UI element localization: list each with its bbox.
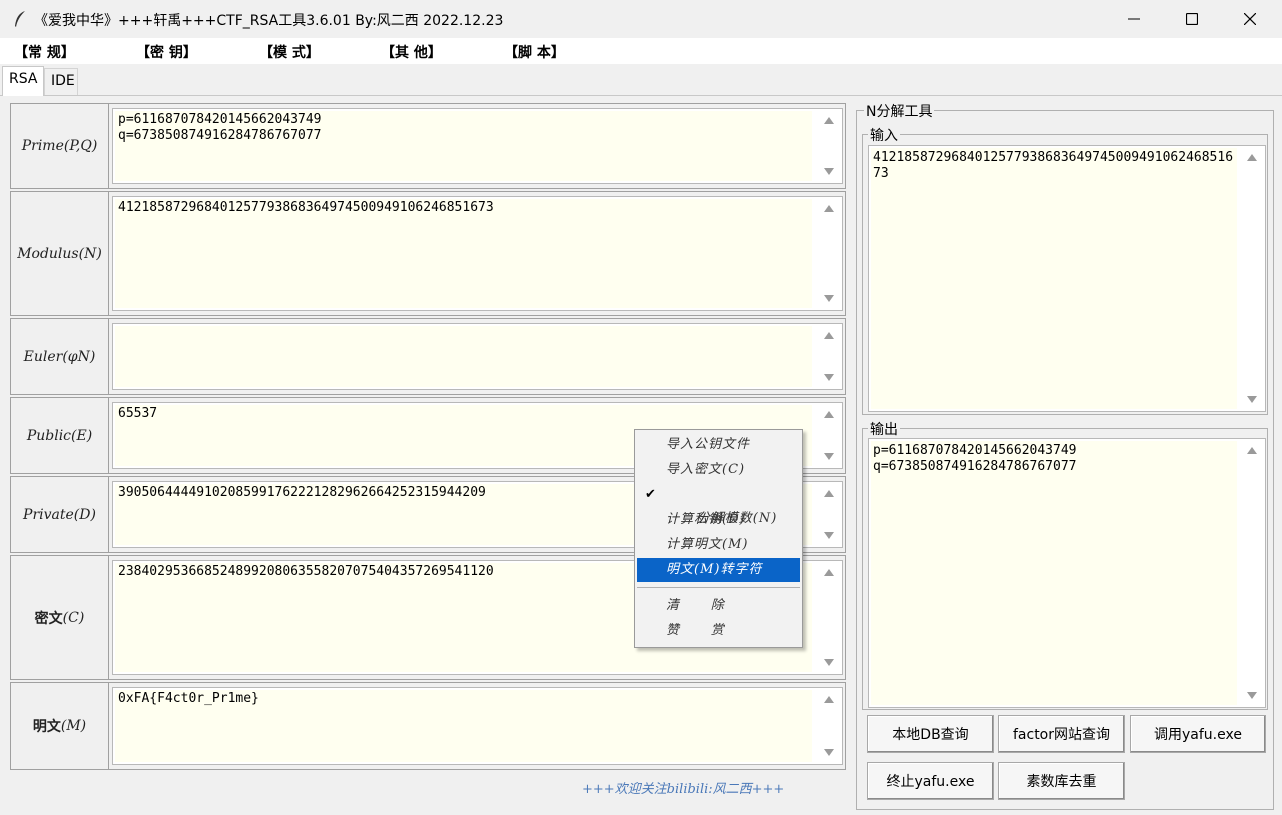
scroll-down-icon[interactable] (1247, 396, 1257, 403)
prime-text[interactable]: p=611687078420145662043749 q=67385087491… (115, 111, 812, 181)
scroll-down-icon[interactable] (824, 749, 834, 756)
ctx-import-pubkey[interactable]: 导入公钥文件 (637, 433, 800, 457)
tab-bar: RSA IDE (0, 64, 1282, 96)
ctx-clear[interactable]: 清 除 (637, 594, 800, 618)
prime-label: Prime(P,Q) (11, 104, 109, 188)
scroll-down-icon[interactable] (824, 659, 834, 666)
maximize-button[interactable] (1163, 0, 1221, 38)
menu-mode[interactable]: 【模 式】 (259, 42, 320, 62)
factor-site-query-button[interactable]: factor网站查询 (998, 715, 1125, 753)
euler-text[interactable] (115, 326, 812, 387)
plain-row: 明文 (M) 0xFA{F4ct0r_Pr1me} (10, 682, 846, 770)
scroll-down-icon[interactable] (824, 374, 834, 381)
ctx-calc-private[interactable]: 计算私钥(D) (637, 508, 800, 532)
nfactor-input-text[interactable]: 4121858729684012577938683649745009491062… (871, 148, 1237, 409)
ctx-separator (637, 587, 800, 588)
nfactor-output-text[interactable]: p=611687078420145662043749 q=67385087491… (871, 441, 1237, 705)
euler-row: Euler(φN) (10, 318, 846, 395)
modulus-label: Modulus(N) (11, 192, 109, 315)
plain-label-en: (M) (60, 718, 87, 734)
call-yafu-button[interactable]: 调用yafu.exe (1130, 715, 1266, 753)
maximize-icon (1186, 13, 1198, 25)
prime-db-dedup-button[interactable]: 素数库去重 (998, 762, 1125, 800)
plain-label: 明文 (M) (11, 683, 109, 769)
cipher-label-cn: 密文 (34, 610, 63, 627)
scroll-up-icon[interactable] (1247, 447, 1257, 454)
euler-field[interactable] (112, 323, 843, 390)
scroll-up-icon[interactable] (824, 332, 834, 339)
local-db-query-button[interactable]: 本地DB查询 (867, 715, 994, 753)
scroll-down-icon[interactable] (824, 453, 834, 460)
scroll-up-icon[interactable] (824, 490, 834, 497)
cipher-label: 密文 (C) (11, 556, 109, 679)
menu-script[interactable]: 【脚 本】 (504, 42, 565, 62)
private-scrollbar[interactable] (816, 482, 842, 547)
scroll-up-icon[interactable] (824, 411, 834, 418)
ctx-factor-modulus[interactable]: ✔ 分解模数(N) (637, 483, 800, 526)
nfactor-output-box[interactable]: p=611687078420145662043749 q=67385087491… (868, 438, 1266, 708)
window-title: 《爱我中华》+++轩禹+++CTF_RSA工具3.6.01 By:风二西 202… (34, 13, 504, 29)
nfactor-output-scrollbar[interactable] (1239, 439, 1265, 707)
scroll-down-icon[interactable] (824, 295, 834, 302)
euler-scrollbar[interactable] (816, 324, 842, 389)
scroll-down-icon[interactable] (824, 532, 834, 539)
menu-keys[interactable]: 【密 钥】 (136, 42, 197, 62)
ctx-reward[interactable]: 赞 赏 (637, 619, 800, 643)
cipher-scrollbar[interactable] (816, 561, 842, 674)
scroll-down-icon[interactable] (824, 168, 834, 175)
tab-ide[interactable]: IDE (44, 68, 78, 96)
menu-general[interactable]: 【常 规】 (14, 42, 75, 62)
ctx-plain-to-string[interactable]: 明文(M)转字符 (637, 558, 800, 582)
nfactor-input-box[interactable]: 4121858729684012577938683649745009491062… (868, 145, 1266, 412)
close-button[interactable] (1221, 0, 1279, 38)
context-menu: 导入公钥文件 导入密文(C) ✔ 分解模数(N) 计算私钥(D) 计算明文(M) … (634, 429, 803, 648)
app-window: 《爱我中华》+++轩禹+++CTF_RSA工具3.6.01 By:风二西 202… (0, 0, 1282, 815)
title-bar[interactable]: 《爱我中华》+++轩禹+++CTF_RSA工具3.6.01 By:风二西 202… (0, 0, 1282, 38)
public-scrollbar[interactable] (816, 403, 842, 468)
plain-field[interactable]: 0xFA{F4ct0r_Pr1me} (112, 687, 843, 765)
stop-yafu-button[interactable]: 终止yafu.exe (867, 762, 994, 800)
menu-other[interactable]: 【其 他】 (381, 42, 442, 62)
prime-field[interactable]: p=611687078420145662043749 q=67385087491… (112, 108, 843, 184)
scroll-up-icon[interactable] (824, 569, 834, 576)
scroll-up-icon[interactable] (1247, 154, 1257, 161)
modulus-text[interactable]: 4121858729684012577938683649745009491062… (115, 199, 812, 308)
scroll-down-icon[interactable] (1247, 692, 1257, 699)
euler-label: Euler(φN) (11, 319, 109, 394)
modulus-field[interactable]: 4121858729684012577938683649745009491062… (112, 196, 843, 311)
ctx-calc-plain[interactable]: 计算明文(M) (637, 533, 800, 557)
scroll-up-icon[interactable] (824, 696, 834, 703)
cipher-label-en: (C) (62, 609, 85, 626)
tab-divider (0, 95, 1282, 96)
scroll-up-icon[interactable] (824, 205, 834, 212)
output-label: 输出 (868, 419, 900, 439)
modulus-scrollbar[interactable] (816, 197, 842, 310)
close-icon (1244, 13, 1256, 25)
footer-note: +++欢迎关注bilibili:风二西+++ (582, 782, 785, 797)
minimize-icon (1128, 18, 1140, 20)
ctx-import-cipher[interactable]: 导入密文(C) (637, 458, 800, 482)
scroll-up-icon[interactable] (824, 117, 834, 124)
plain-text[interactable]: 0xFA{F4ct0r_Pr1me} (115, 690, 812, 762)
tab-rsa[interactable]: RSA (2, 66, 44, 96)
nfactor-title: N分解工具 (864, 101, 935, 121)
prime-row: Prime(P,Q) p=611687078420145662043749 q=… (10, 103, 846, 189)
plain-label-cn: 明文 (32, 719, 61, 735)
prime-scrollbar[interactable] (816, 109, 842, 183)
feather-icon (15, 11, 25, 27)
input-label: 输入 (868, 125, 900, 145)
plain-scrollbar[interactable] (816, 688, 842, 764)
private-label: Private(D) (11, 477, 109, 552)
minimize-button[interactable] (1105, 0, 1163, 38)
checkmark-icon: ✔ (645, 487, 657, 502)
menu-bar: 【常 规】 【密 钥】 【模 式】 【其 他】 【脚 本】 (0, 38, 1282, 64)
modulus-row: Modulus(N) 41218587296840125779386836497… (10, 191, 846, 316)
public-label: Public(E) (11, 398, 109, 473)
nfactor-input-scrollbar[interactable] (1239, 146, 1265, 411)
